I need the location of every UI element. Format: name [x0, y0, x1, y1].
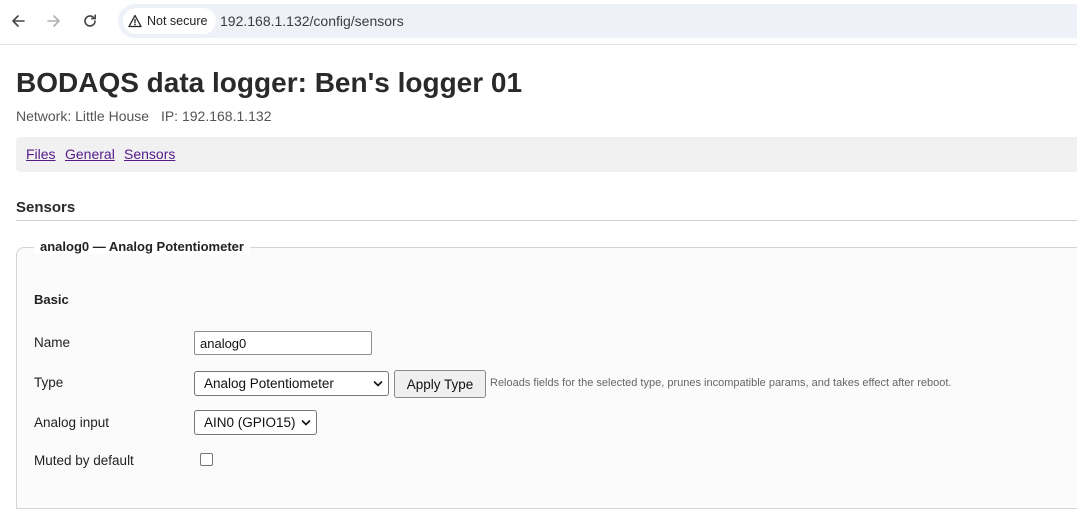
security-label: Not secure [147, 14, 208, 28]
browser-toolbar: Not secure 192.168.1.132/config/sensors [0, 0, 1077, 45]
address-bar[interactable]: Not secure 192.168.1.132/config/sensors [118, 4, 1077, 38]
analog-input-select[interactable]: AIN0 (GPIO15) [194, 410, 317, 435]
back-button[interactable] [8, 11, 28, 31]
chevron-down-icon [301, 420, 311, 426]
chevron-down-icon [373, 381, 383, 387]
name-input[interactable] [194, 331, 372, 355]
nav-link-sensors[interactable]: Sensors [124, 146, 175, 162]
apply-type-button[interactable]: Apply Type [394, 370, 486, 398]
muted-label: Muted by default [34, 453, 134, 468]
forward-arrow-icon [47, 15, 60, 27]
nav-link-general[interactable]: General [65, 146, 115, 162]
name-label: Name [34, 335, 71, 350]
sensor-legend: analog0 — Analog Potentiometer [34, 239, 250, 254]
type-select[interactable]: Analog Potentiometer [194, 371, 389, 396]
analog-input-label: Analog input [34, 415, 110, 430]
section-divider [16, 220, 1077, 221]
muted-checkbox[interactable] [200, 453, 213, 466]
analog-input-value: AIN0 (GPIO15) [204, 415, 296, 430]
network-name: Network: Little House [16, 108, 150, 124]
ip-address: IP: 192.168.1.132 [160, 108, 272, 124]
reload-icon [84, 14, 96, 27]
forward-button[interactable] [44, 11, 64, 31]
type-label: Type [34, 375, 64, 390]
reload-button[interactable] [80, 11, 100, 31]
warning-icon [128, 14, 142, 28]
basic-group-title: Basic [34, 292, 69, 307]
apply-type-hint: Reloads fields for the selected type, pr… [490, 377, 952, 389]
type-select-value: Analog Potentiometer [204, 376, 334, 391]
page-title: BODAQS data logger: Ben's logger 01 [16, 67, 523, 98]
security-chip[interactable]: Not secure [123, 8, 217, 34]
section-title: Sensors [16, 199, 76, 216]
url-text[interactable]: 192.168.1.132/config/sensors [220, 13, 404, 29]
nav-link-files[interactable]: Files [26, 146, 56, 162]
config-nav: Files General Sensors [16, 137, 1077, 172]
back-arrow-icon [12, 15, 25, 27]
network-info: Network: Little House IP: 192.168.1.132 [16, 108, 280, 124]
